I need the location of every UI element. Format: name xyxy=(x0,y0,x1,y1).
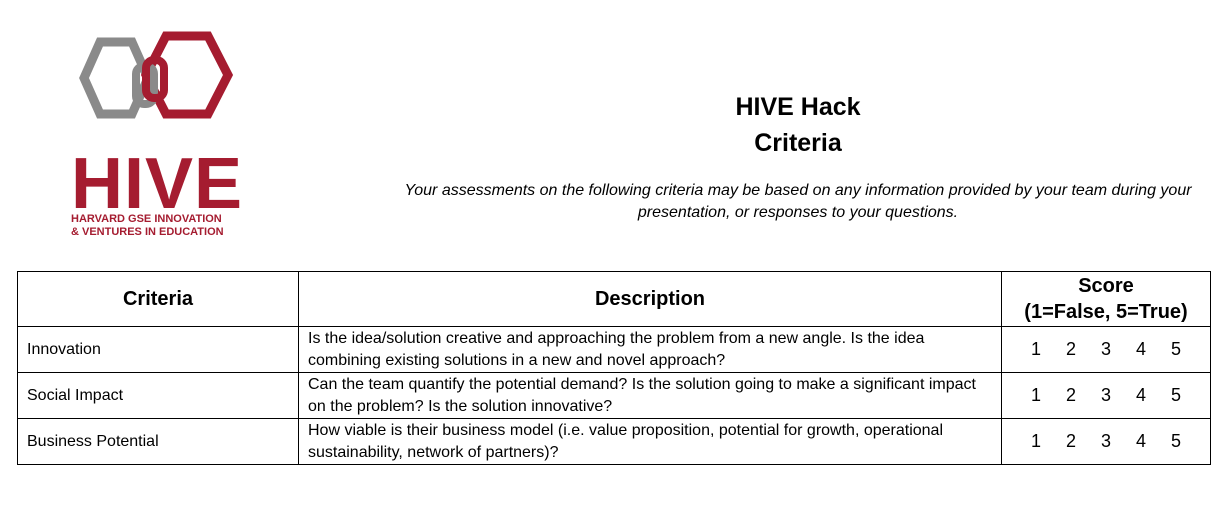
score-option[interactable]: 3 xyxy=(1089,431,1124,452)
score-option[interactable]: 5 xyxy=(1159,339,1194,360)
hive-logo: HIVE HARVARD GSE INNOVATION & VENTURES I… xyxy=(66,30,252,238)
score-option[interactable]: 5 xyxy=(1159,385,1194,406)
header-score-line-2: (1=False, 5=True) xyxy=(1024,301,1188,323)
instructions-note: Your assessments on the following criter… xyxy=(404,182,1192,221)
score-option[interactable]: 3 xyxy=(1089,339,1124,360)
row-3-description: How viable is their business model (i.e.… xyxy=(299,419,1002,464)
header-score: Score (1=False, 5=True) xyxy=(1002,272,1210,327)
logo-wordmark: HIVE xyxy=(71,144,244,224)
row-3-criteria: Business Potential xyxy=(18,419,299,464)
row-1-criteria: Innovation xyxy=(18,327,299,373)
logo-subtitle-line-1: HARVARD GSE INNOVATION xyxy=(71,213,222,225)
header-score-line-1: Score xyxy=(1078,275,1134,297)
score-option[interactable]: 1 xyxy=(1019,339,1054,360)
hexagon-logo-icon xyxy=(79,31,234,119)
row-2-scores: 1 2 3 4 5 xyxy=(1002,373,1210,419)
score-option[interactable]: 2 xyxy=(1054,431,1089,452)
score-option[interactable]: 4 xyxy=(1124,431,1159,452)
score-option[interactable]: 2 xyxy=(1054,339,1089,360)
row-1-scores: 1 2 3 4 5 xyxy=(1002,327,1210,373)
logo-subtitle-line-2: & VENTURES IN EDUCATION xyxy=(71,226,224,238)
row-2-criteria: Social Impact xyxy=(18,373,299,419)
score-option[interactable]: 5 xyxy=(1159,431,1194,452)
score-option[interactable]: 1 xyxy=(1019,431,1054,452)
logo-subtitle: HARVARD GSE INNOVATION & VENTURES IN EDU… xyxy=(71,213,224,239)
page-title: HIVE Hack Criteria xyxy=(600,89,996,161)
score-option[interactable]: 2 xyxy=(1054,385,1089,406)
criteria-table: Criteria Description Score (1=False, 5=T… xyxy=(17,271,1211,465)
title-line-2: Criteria xyxy=(754,129,842,157)
title-line-1: HIVE Hack xyxy=(735,93,861,121)
header-description: Description xyxy=(299,272,1002,327)
row-3-scores: 1 2 3 4 5 xyxy=(1002,419,1210,464)
score-option[interactable]: 3 xyxy=(1089,385,1124,406)
score-option[interactable]: 4 xyxy=(1124,385,1159,406)
row-1-description: Is the idea/solution creative and approa… xyxy=(299,327,1002,373)
row-2-description: Can the team quantify the potential dema… xyxy=(299,373,1002,419)
score-option[interactable]: 4 xyxy=(1124,339,1159,360)
header-criteria: Criteria xyxy=(18,272,299,327)
score-option[interactable]: 1 xyxy=(1019,385,1054,406)
